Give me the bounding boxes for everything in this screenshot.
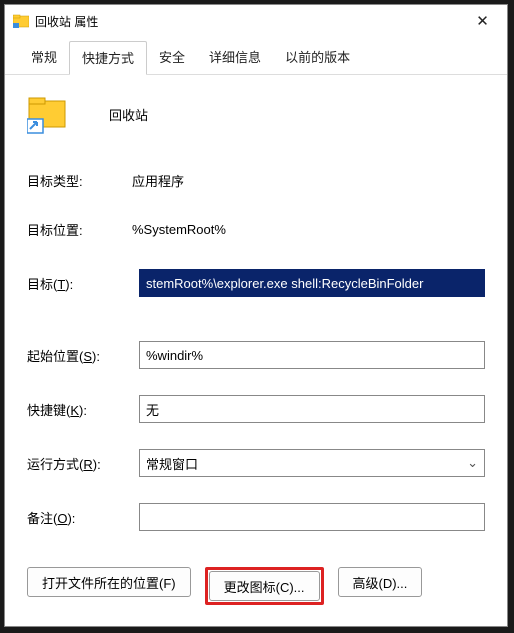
button-label: 打开文件所在的位置(F) <box>42 573 176 592</box>
change-icon-button[interactable]: 更改图标(C)... <box>209 571 320 601</box>
target-location-row: 目标位置: %SystemRoot% <box>27 220 485 239</box>
close-button[interactable]: ✕ <box>460 6 505 36</box>
folder-shortcut-icon <box>27 93 69 135</box>
tab-shortcut[interactable]: 快捷方式 <box>69 41 147 75</box>
run-row: 运行方式(R): 常规窗口 ⌄ <box>27 449 485 477</box>
tab-label: 以前的版本 <box>285 50 350 65</box>
shortcut-display-name: 回收站 <box>109 105 148 124</box>
hotkey-row: 快捷键(K): <box>27 395 485 423</box>
tab-details[interactable]: 详细信息 <box>197 41 273 74</box>
target-location-value: %SystemRoot% <box>132 222 485 237</box>
run-select-value: 常规窗口 <box>146 454 198 473</box>
target-location-label: 目标位置: <box>27 220 132 239</box>
target-row: 目标(T): <box>27 269 485 297</box>
startin-label: 起始位置(S): <box>27 346 139 365</box>
shortcut-pane: 回收站 目标类型: 应用程序 目标位置: %SystemRoot% 目标(T):… <box>5 75 507 605</box>
comment-label: 备注(O): <box>27 508 139 527</box>
button-label: 高级(D)... <box>353 573 408 592</box>
tab-general[interactable]: 常规 <box>19 41 69 74</box>
advanced-button[interactable]: 高级(D)... <box>338 567 423 597</box>
button-label: 更改图标(C)... <box>224 577 305 596</box>
properties-window: 回收站 属性 ✕ 常规 快捷方式 安全 详细信息 以前的版本 回收站 目标类型: <box>4 4 508 627</box>
chevron-down-icon: ⌄ <box>467 455 478 471</box>
tab-previous-versions[interactable]: 以前的版本 <box>273 41 362 74</box>
target-type-value: 应用程序 <box>132 171 485 190</box>
tab-label: 安全 <box>159 50 185 65</box>
window-title: 回收站 属性 <box>35 13 98 30</box>
close-icon: ✕ <box>476 12 489 30</box>
comment-input[interactable] <box>139 503 485 531</box>
open-file-location-button[interactable]: 打开文件所在的位置(F) <box>27 567 191 597</box>
tab-strip: 常规 快捷方式 安全 详细信息 以前的版本 <box>5 41 507 75</box>
tab-label: 常规 <box>31 50 57 65</box>
tab-label: 详细信息 <box>209 50 261 65</box>
button-row: 打开文件所在的位置(F) 更改图标(C)... 高级(D)... <box>27 557 485 605</box>
startin-input[interactable] <box>139 341 485 369</box>
target-input[interactable] <box>139 269 485 297</box>
tab-label: 快捷方式 <box>82 51 134 66</box>
tab-security[interactable]: 安全 <box>147 41 197 74</box>
comment-row: 备注(O): <box>27 503 485 531</box>
target-type-label: 目标类型: <box>27 171 132 190</box>
icon-row: 回收站 <box>27 93 485 135</box>
run-select[interactable]: 常规窗口 ⌄ <box>139 449 485 477</box>
hotkey-label: 快捷键(K): <box>27 400 139 419</box>
target-type-row: 目标类型: 应用程序 <box>27 171 485 190</box>
titlebar: 回收站 属性 ✕ <box>5 5 507 37</box>
highlight-annotation: 更改图标(C)... <box>205 567 324 605</box>
target-label: 目标(T): <box>27 274 139 293</box>
folder-icon <box>13 13 29 29</box>
startin-row: 起始位置(S): <box>27 341 485 369</box>
hotkey-input[interactable] <box>139 395 485 423</box>
run-label: 运行方式(R): <box>27 454 139 473</box>
